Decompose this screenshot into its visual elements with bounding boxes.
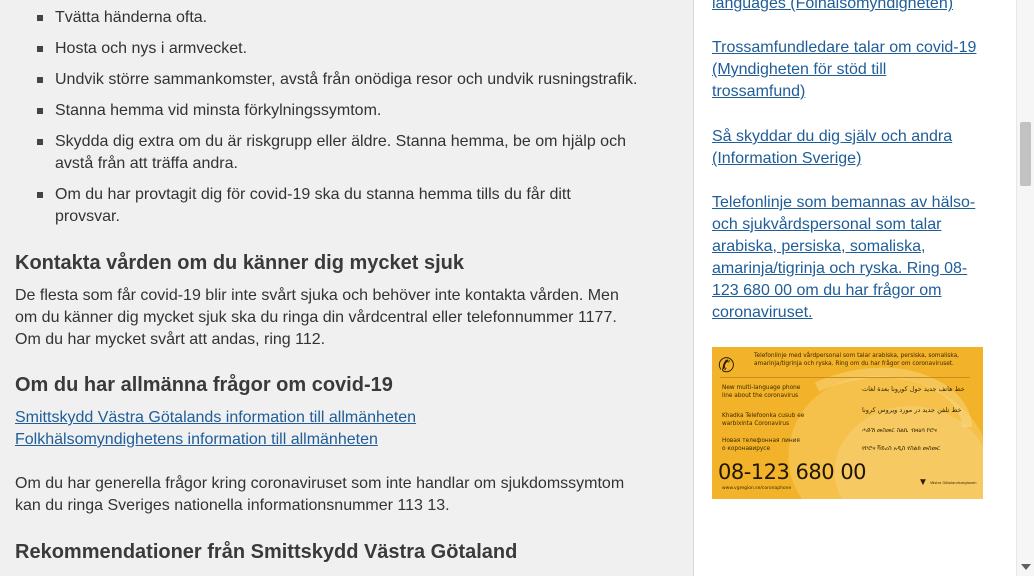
banner-ar-text: خط هاتف جديد حول كورونا بعدة لغات [862, 385, 965, 393]
sidebar-link-languages[interactable]: languages (Folhälsomyndigheten) [712, 0, 984, 15]
main-content: Tvätta händerna ofta. Hosta och nys i ar… [0, 0, 693, 576]
advice-list: Tvätta händerna ofta. Hosta och nys i ar… [37, 7, 655, 237]
banner-en-text-2: line about the coronavirus [722, 393, 799, 399]
recommend-heading: Rekommendationer från Smittskydd Västra … [15, 541, 518, 563]
sidebar-link-trossamfund[interactable]: Trossamfundledare talar om covid-19 (Myn… [712, 37, 984, 103]
general-links: Smittskydd Västra Götalands information … [15, 407, 416, 451]
banner-headline: Telefonlinje med vårdpersonal som talar … [754, 353, 960, 359]
scrollbar-thumb[interactable] [1020, 122, 1031, 186]
banner-ru-text: Новая телефонная линия [722, 438, 800, 444]
sidebar-link-information-sverige[interactable]: Så skyddar du dig själv och andra (Infor… [712, 126, 984, 170]
banner-url: www.vgregion.se/coronaphone [722, 486, 792, 491]
scroll-down-arrow-icon[interactable] [1021, 564, 1031, 570]
list-item: Undvik större sammankomster, avstå från … [37, 69, 655, 91]
bullet-icon [37, 77, 43, 83]
banner-org: Västra Götalandsregionen [930, 481, 977, 485]
banner-ti-text: ሓድሽ መስመር ስልኪ ብዛዕባ ኮሮና [862, 427, 938, 434]
banner-so-text-2: warbixinta Coronavirus [722, 421, 790, 427]
general-heading: Om du har allmänna frågor om covid-19 [15, 374, 393, 396]
sidebar: languages (Folhälsomyndigheten) Trossamf… [694, 0, 1016, 576]
banner-phone-number: 08-123 680 00 [718, 460, 867, 484]
contact-text: De flesta som får covid-19 blir inte svå… [15, 287, 619, 348]
general-text: Om du har generella frågor kring coronav… [15, 475, 625, 514]
smittskydd-info-link[interactable]: Smittskydd Västra Götalands information … [15, 407, 416, 429]
phone-line-banner[interactable]: ✆ Telefonlinje med vårdpersonal som tala… [712, 347, 983, 499]
bullet-icon [37, 46, 43, 52]
folkhalsomyndigheten-info-link[interactable]: Folkhälsomyndighetens information till a… [15, 429, 416, 451]
list-item: Om du har provtagit dig för covid-19 ska… [37, 184, 615, 228]
vertical-scrollbar[interactable] [1016, 0, 1034, 576]
banner-rule [720, 377, 970, 378]
list-item: Skydda dig extra om du är riskgrupp elle… [37, 131, 645, 175]
list-item: Stanna hemma vid minsta förkylningssymto… [37, 100, 655, 122]
sidebar-link-telefonlinje[interactable]: Telefonlinje som bemannas av hälso- och … [712, 192, 984, 324]
list-item: Tvätta händerna ofta. [37, 7, 655, 29]
banner-headline-2: amarinja/tigrinja och ryska. Ring om du … [754, 361, 954, 367]
list-item: Hosta och nys i armvecket. [37, 38, 655, 60]
bullet-icon [37, 15, 43, 21]
banner-ru-text-2: о коронавирусе [722, 446, 771, 452]
phone-icon: ✆ [718, 355, 735, 377]
bullet-icon [37, 139, 43, 145]
bullet-icon [37, 108, 43, 114]
contact-heading: Kontakta vården om du känner dig mycket … [15, 252, 465, 274]
banner-fa-text: خط تلفن جدید در مورد ویروس کرونا [862, 406, 962, 414]
banner-en-text: New multi-language phone [722, 385, 801, 391]
banner-so-text: Khadka Telefoonka cusub ee [722, 413, 805, 419]
banner-am-text: የኮሮና ቫይረስ አዲስ የስልክ መስመር [862, 445, 941, 452]
vgr-logo-icon: ▼ [918, 477, 928, 488]
bullet-icon [37, 192, 43, 198]
